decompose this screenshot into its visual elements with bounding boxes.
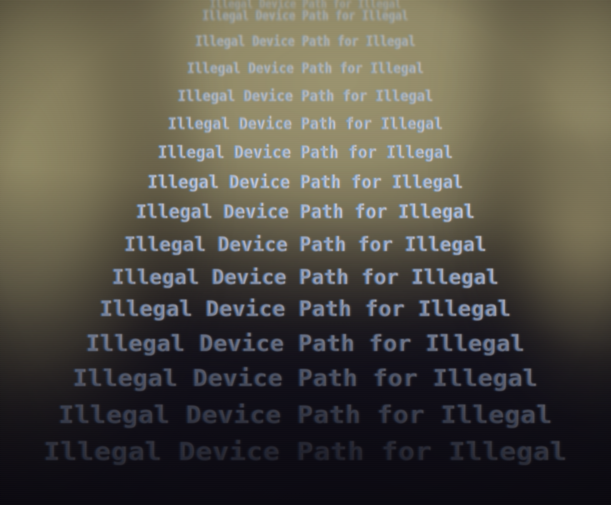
screen-shadow-bottom	[0, 0, 611, 505]
firmware-console-screen-photo: Illegal Device Path for Illegal Illegal D…	[0, 0, 611, 505]
